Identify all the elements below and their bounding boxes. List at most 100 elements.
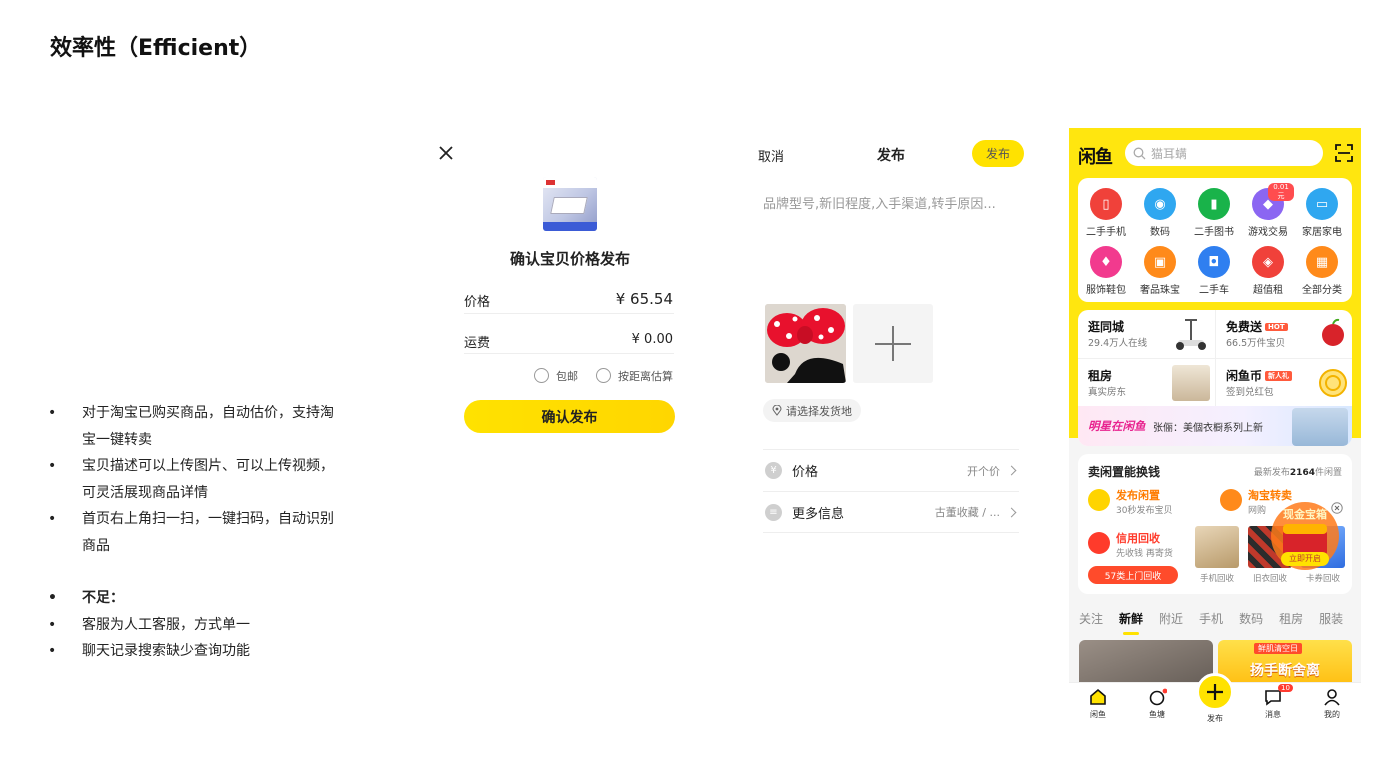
taobao-resell-icon [1220,489,1242,511]
location-chip-label: 请选择发货地 [786,404,852,418]
star-banner[interactable]: 明星在闲鱼 张俪：美個衣橱系列上新 [1078,406,1352,446]
feed-tab[interactable]: 租房 [1279,610,1303,632]
credit-recycle-title[interactable]: 信用回收 [1116,530,1160,546]
apple-image [1322,318,1344,346]
category-item[interactable]: ▣ 奢品珠宝 [1134,246,1186,296]
add-photo-button[interactable] [853,304,933,383]
credit-recycle-sub: 先收钱 再寄货 [1116,549,1173,559]
feed-tab[interactable]: 服装 [1319,610,1343,632]
publish-idle-title[interactable]: 发布闲置 [1116,487,1160,503]
treasure-chest-ad[interactable]: 现金宝箱 立即开启 [1269,500,1343,572]
category-item[interactable]: ◉ 数码 [1134,188,1186,238]
product-label: 手机回收 [1199,574,1234,584]
category-icon: ◈ [1252,246,1284,278]
category-item[interactable]: ▭ 家居家电 [1296,188,1348,238]
feed-tab[interactable]: 关注 [1079,610,1103,632]
promo-coins[interactable]: 闲鱼币 新人礼 签到兑红包 [1215,358,1352,406]
plus-icon [875,326,911,361]
category-item[interactable]: ▦ 全部分类 [1296,246,1348,296]
chest-ad-button[interactable]: 立即开启 [1281,552,1329,566]
location-pin-icon [772,405,782,416]
promo-rent[interactable]: 租房 真实房东 [1078,358,1215,406]
category-item[interactable]: ◆ 游戏交易 0.01元 [1242,183,1294,238]
tab-label: 我的 [1324,710,1340,719]
category-icon: ▦ [1306,246,1338,278]
scooter-image [1176,319,1206,350]
publish-screen-title: 发布 [877,148,905,164]
discount-badge: 0.01元 [1268,183,1294,201]
promo-sub: 66.5万件宝贝 [1226,338,1286,349]
unread-badge: 10 [1278,684,1293,692]
category-item[interactable]: ♦ 服饰鞋包 [1080,246,1132,296]
price-value[interactable]: ¥ 65.54 [573,290,673,308]
divider [464,313,674,314]
search-input[interactable]: 猫耳螨 [1125,140,1323,166]
promo-title: 闲鱼币 [1226,369,1263,383]
category-label: 游戏交易 [1248,227,1288,238]
price-row[interactable]: ¥ 价格 开个价 [763,449,1019,491]
free-shipping-radio[interactable] [534,368,549,383]
page-title: 效率性（Efficient） [50,36,262,61]
note-item: 对于淘宝已购买商品，自动估价，支持淘宝一键转卖 [48,400,338,453]
category-item[interactable]: ▮ 二手图书 [1188,188,1240,238]
feed-tab[interactable]: 新鲜 [1119,610,1143,635]
cons-item: 客服为人工客服，方式单一 [48,612,338,639]
star-banner-brand: 明星在闲鱼 [1088,419,1146,433]
tab-profile[interactable]: 我的 [1312,687,1352,720]
category-item[interactable]: ◘ 二手车 [1188,246,1240,296]
promo-sub: 29.4万人在线 [1088,338,1148,349]
tab-pond[interactable]: 鱼塘 [1137,687,1177,720]
publish-idle-icon [1088,489,1110,511]
row-label: 更多信息 [792,506,845,522]
category-item[interactable]: ◈ 超值租 [1242,246,1294,296]
tab-label: 消息 [1265,710,1281,719]
tab-messages[interactable]: 消息 10 [1253,684,1293,720]
row-value: 古董收藏 / ... [934,506,1000,519]
distance-estimate-radio[interactable] [596,368,611,383]
category-icon: ▭ [1306,188,1338,220]
category-icon: ▣ [1144,246,1176,278]
tab-home[interactable]: 闲鱼 [1078,687,1118,720]
close-icon[interactable] [1331,502,1343,514]
notes-list: 对于淘宝已购买商品，自动估价，支持淘宝一键转卖 宝贝描述可以上传图片、可以上传视… [48,400,338,665]
profile-icon [1324,689,1340,706]
product-label: 旧衣回收 [1252,574,1287,584]
location-chip[interactable]: 请选择发货地 [763,399,861,422]
category-item[interactable]: ▯ 二手手机 [1080,188,1132,238]
scan-icon[interactable] [1335,144,1353,162]
feed-tab[interactable]: 手机 [1199,610,1223,632]
cancel-button[interactable]: 取消 [758,146,784,165]
search-icon [1133,147,1146,159]
feed-tab[interactable]: 附近 [1159,610,1183,632]
sell-card-title: 卖闲置能换钱 [1088,465,1161,479]
close-icon[interactable] [436,143,456,163]
publish-idle-sub: 30秒发布宝贝 [1116,506,1173,516]
phone-product-image[interactable] [1195,526,1239,568]
app-logo: 闲鱼 [1078,147,1113,168]
category-label: 家居家电 [1302,227,1342,238]
more-info-row[interactable]: ≡ 更多信息 古董收藏 / ... [763,491,1019,533]
description-input[interactable]: 品牌型号,新旧程度,入手渠道,转手原因... [763,193,996,212]
uploaded-photo[interactable] [765,304,846,383]
hot-badge: HOT [1265,323,1288,331]
recycle-cta-button[interactable]: 57类上门回收 [1088,566,1178,584]
feed-tab[interactable]: 数码 [1239,610,1263,632]
promo-card: 逛同城 29.4万人在线 免费送 HOT 66.5万件宝贝 租房 真实房东 闲鱼币… [1078,310,1352,446]
promo-local[interactable]: 逛同城 29.4万人在线 [1078,310,1215,358]
tab-label: 发布 [1207,714,1223,723]
product-thumbnail [543,177,597,231]
category-label: 全部分类 [1302,285,1342,296]
promo-sub: 真实房东 [1088,387,1127,398]
publish-fab-button[interactable] [1196,673,1234,711]
confirm-publish-button[interactable]: 确认发布 [464,400,675,433]
divider [464,353,674,354]
cons-title: 不足： [48,585,338,612]
cons-item: 聊天记录搜索缺少查询功能 [48,638,338,665]
promo-free[interactable]: 免费送 HOT 66.5万件宝贝 [1215,310,1352,358]
list-icon: ≡ [765,503,782,521]
search-placeholder: 猫耳螨 [1151,146,1188,161]
publish-button[interactable]: 发布 [972,140,1024,167]
tab-label: 鱼塘 [1149,710,1165,719]
shipping-value[interactable]: ¥ 0.00 [573,332,673,347]
feed-banner-title: 扬手断舍离 [1250,663,1320,679]
